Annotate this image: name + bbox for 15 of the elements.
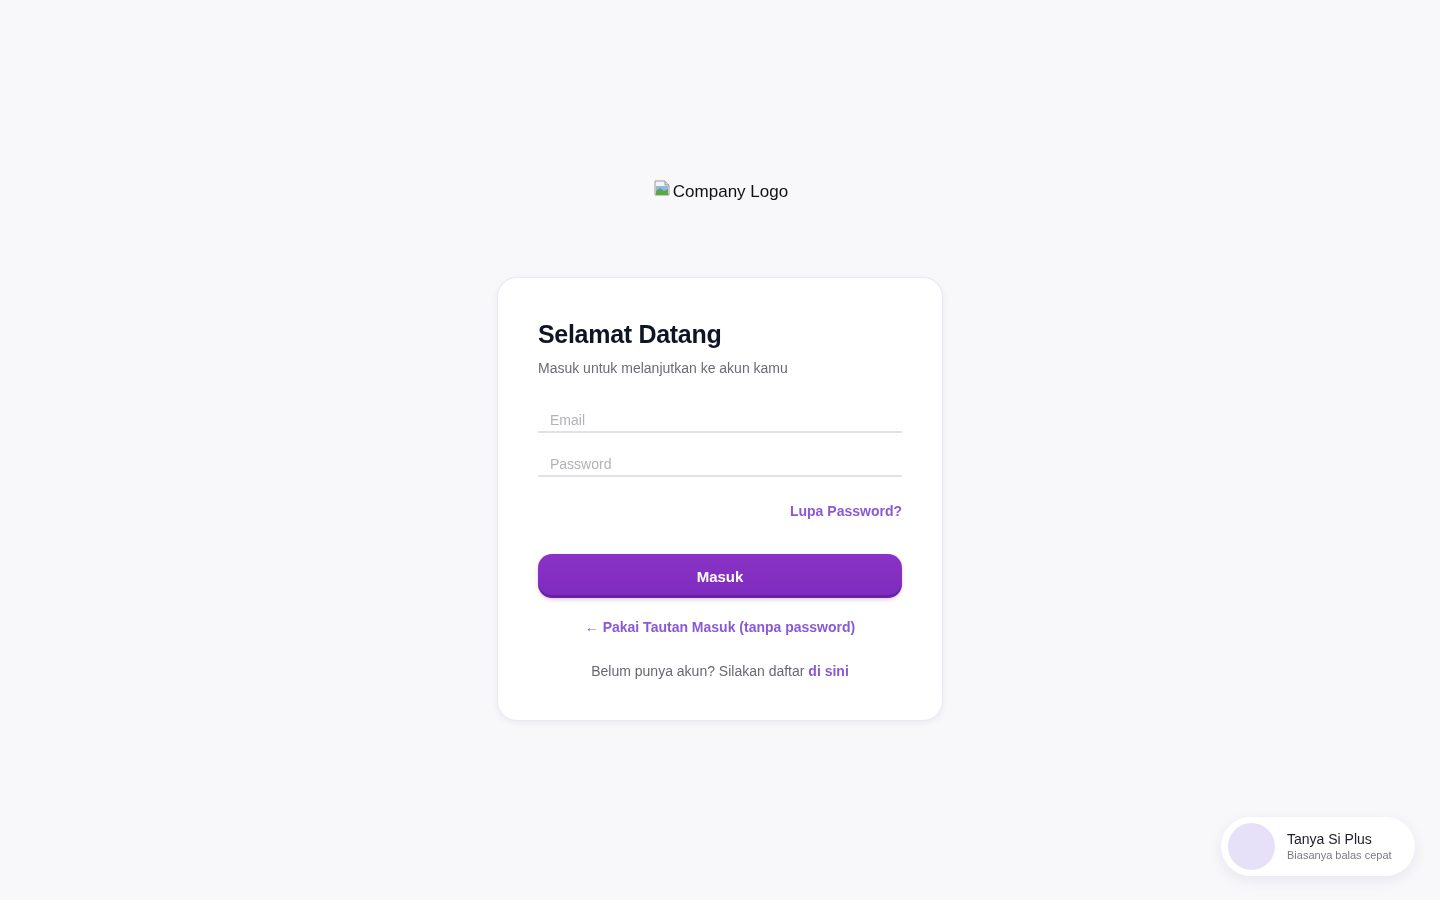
forgot-password-link[interactable]: Lupa Password? [789, 501, 902, 521]
magic-link[interactable]: ← Pakai Tautan Masuk (tanpa password) [584, 617, 856, 637]
logo-alt-text: Company Logo [672, 182, 789, 202]
card-subtitle: Masuk untuk melanjutkan ke akun kamu [538, 359, 789, 378]
login-button[interactable]: Masuk [538, 554, 902, 598]
card-title: Selamat Datang [538, 319, 723, 350]
avatar-placeholder-icon [1228, 823, 1275, 870]
broken-image-icon [653, 180, 670, 196]
password-field[interactable]: Password [538, 453, 902, 477]
chat-widget[interactable]: Tanya Si Plus Biasanya balas cepat [1221, 817, 1415, 876]
email-field[interactable]: Email [538, 409, 902, 433]
chat-title: Tanya Si Plus [1287, 831, 1373, 848]
signup-link[interactable]: di sini [808, 663, 849, 679]
chat-subtitle: Biasanya balas cepat [1287, 848, 1392, 862]
signup-prompt: Belum punya akun? Silakan daftar di sini [590, 662, 850, 681]
